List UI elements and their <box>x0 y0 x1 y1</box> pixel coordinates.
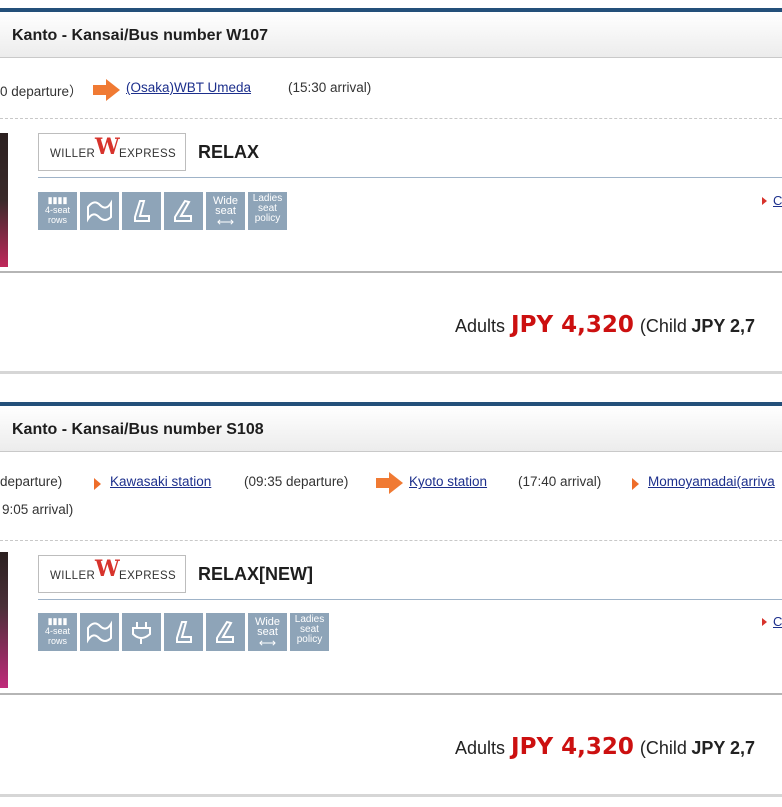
price-line: Adults JPY 4,320 (Child JPY 2,7 <box>455 734 755 760</box>
child-price: JPY 2,7 <box>691 738 756 758</box>
stop-link-osaka-wbt-umeda[interactable]: (Osaka)WBT Umeda <box>126 80 251 95</box>
seat-type-title: RELAX[NEW] <box>198 564 313 584</box>
ladies-seat-policy-icon: Ladies seat policy <box>248 192 287 230</box>
reclining-seat-icon <box>164 192 203 230</box>
adults-label: Adults <box>455 316 506 336</box>
adult-price: JPY 4,320 <box>511 312 634 338</box>
reclining-seat-icon <box>206 613 245 651</box>
four-seat-rows-icon: ▮▮▮▮ 4-seat rows <box>38 192 77 230</box>
willer-express-logo: WILLER W EXPRESS <box>38 133 186 171</box>
bus-card-title: Kanto - Kansai/Bus number S108 <box>12 421 264 438</box>
divider <box>0 540 782 541</box>
divider <box>38 599 782 600</box>
wide-seat-icon: Wide seat ⟷ <box>248 613 287 651</box>
divider <box>0 271 782 273</box>
child-label: (Child <box>639 316 687 336</box>
bus-card-title: Kanto - Kansai/Bus number W107 <box>12 27 269 44</box>
wide-seat-icon: Wide seat ⟷ <box>206 192 245 230</box>
seat-type-title: RELAX <box>198 142 260 162</box>
divider <box>0 118 782 119</box>
card-bottom-border <box>0 794 782 797</box>
child-label: (Child <box>639 738 687 758</box>
amenity-icons: ▮▮▮▮ 4-seat rows Wide seat ⟷ Ladies seat pol… <box>38 192 287 230</box>
arrival-time: (17:40 arrival) <box>518 474 602 489</box>
departure-time: (09:35 departure) <box>244 474 349 489</box>
four-seat-rows-icon: ▮▮▮▮ 4-seat rows <box>38 613 77 651</box>
power-outlet-icon <box>122 613 161 651</box>
stop-link-kyoto-station[interactable]: Kyoto station <box>409 474 487 489</box>
route-line: departure) Kawasaki station (09:35 depar… <box>0 472 782 494</box>
reclining-seat-icon <box>122 192 161 230</box>
price-line: Adults JPY 4,320 (Child JPY 2,7 <box>455 312 755 338</box>
child-price: JPY 2,7 <box>691 316 756 336</box>
card-bottom-border <box>0 371 782 374</box>
arrow-right-icon <box>94 478 101 490</box>
divider <box>0 693 782 695</box>
arrival-time: (15:30 arrival) <box>288 80 372 95</box>
departure-time: departure) <box>0 474 63 489</box>
ladies-seat-policy-icon: Ladies seat policy <box>290 613 329 651</box>
divider <box>38 177 782 178</box>
arrow-right-icon <box>632 478 639 490</box>
bus-photo <box>0 133 8 267</box>
willer-express-logo: WILLER W EXPRESS <box>38 555 186 593</box>
bus-card-header: Kanto - Kansai/Bus number S108 <box>0 402 782 452</box>
reclining-seat-icon <box>164 613 203 651</box>
blanket-icon <box>80 192 119 230</box>
bus-card-header: Kanto - Kansai/Bus number W107 <box>0 8 782 58</box>
adult-price: JPY 4,320 <box>511 734 634 760</box>
arrival-time: 9:05 arrival) <box>2 502 74 517</box>
stop-link-momoyamadai[interactable]: Momoyamadai(arriva <box>648 474 775 489</box>
bus-photo <box>0 552 8 688</box>
route-line: 0 departure） (Osaka)WBT Umeda (15:30 arr… <box>0 79 782 101</box>
departure-time: 0 departure） <box>0 84 83 99</box>
blanket-icon <box>80 613 119 651</box>
amenity-icons: ▮▮▮▮ 4-seat rows Wide seat ⟷ Ladies seat pol… <box>38 613 329 651</box>
stop-link-kawasaki-station[interactable]: Kawasaki station <box>110 474 211 489</box>
adults-label: Adults <box>455 738 506 758</box>
